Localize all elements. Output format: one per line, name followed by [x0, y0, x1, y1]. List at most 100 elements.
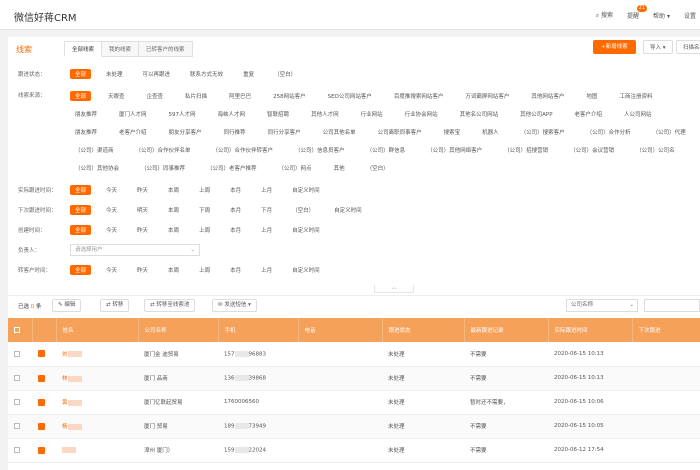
filter-option[interactable]: 今天 — [101, 265, 122, 275]
search-input[interactable] — [644, 299, 700, 312]
transfer-button[interactable]: ⇄ 转移 — [100, 299, 130, 312]
source-option[interactable]: 其他网站客户 — [526, 91, 569, 101]
source-option[interactable]: SEO公司网站客户 — [323, 91, 377, 101]
filter-option[interactable]: 本月 — [225, 225, 246, 235]
edit-button[interactable]: ✎ 编辑 — [52, 299, 82, 312]
filter-option[interactable]: 全部 — [70, 205, 92, 215]
column-header[interactable]: 下次跟进 — [632, 318, 700, 342]
table-row[interactable]: 林厦门 品商 136 39868 未处理 不需要 2020-06-15 10:13 — [8, 366, 700, 391]
filter-option[interactable]: 自定义时间 — [287, 225, 325, 235]
column-header[interactable]: 最新跟进记录 — [464, 318, 549, 342]
source-option[interactable]: （公司）其他协会 — [70, 163, 124, 173]
filter-option[interactable]: 本周 — [163, 185, 184, 195]
cell-name[interactable] — [56, 438, 138, 463]
source-option[interactable]: 258网站客户 — [268, 91, 311, 101]
row-action[interactable] — [32, 438, 56, 463]
source-option[interactable]: 全部 — [70, 91, 92, 101]
filter-option[interactable]: 可以再跟进 — [138, 69, 176, 79]
send-sms-button[interactable]: ✉ 发送短信 ▾ — [212, 299, 257, 312]
row-action[interactable] — [32, 366, 56, 391]
source-option[interactable]: （空白） — [362, 163, 394, 173]
help-menu[interactable]: 帮助 ▾ — [653, 11, 670, 20]
search-scope-select[interactable]: 公司名称 ⌄ — [566, 299, 638, 312]
table-row[interactable]: 刘厦门金 迪贸易 157 96883 未处理 不需要 2020-06-15 10:13 — [8, 342, 700, 367]
source-option[interactable]: 老客户介绍 — [114, 127, 152, 137]
column-header[interactable]: 姓名 — [56, 318, 139, 342]
cell-name[interactable]: 刘 — [56, 342, 138, 367]
source-option[interactable]: （公司）会议营销 — [565, 145, 619, 155]
filter-option[interactable]: 本周 — [163, 265, 184, 275]
source-option[interactable]: 私片扫描 — [180, 91, 212, 101]
column-header[interactable]: 实际跟进时间 — [548, 318, 633, 342]
source-option[interactable]: （公司）合作伙伴转客户 — [208, 145, 279, 155]
source-option[interactable]: 其他 — [329, 163, 350, 173]
source-option[interactable]: 搜索宝 — [439, 127, 466, 137]
select-all-checkbox[interactable] — [8, 318, 33, 342]
source-option[interactable]: 企查查 — [142, 91, 169, 101]
filter-option[interactable]: 昨天 — [132, 225, 153, 235]
source-option[interactable]: （公司）渠道商 — [70, 145, 119, 155]
reminder-link[interactable]: 提醒 21 — [627, 4, 648, 20]
tab-my-leads[interactable]: 我的线索 — [102, 41, 140, 57]
filter-option[interactable]: 下月 — [256, 205, 277, 215]
collapse-filters-button[interactable]: ︿ — [374, 285, 414, 293]
filter-option[interactable]: 联系方式无效 — [185, 69, 228, 79]
cell-name[interactable]: 黄 — [56, 390, 138, 415]
filter-option[interactable]: 本月 — [225, 205, 246, 215]
source-option[interactable]: 人公司网站 — [619, 109, 657, 119]
owner-select[interactable]: 请选择用户 ⌄ — [70, 244, 200, 256]
source-option[interactable]: 厦门人才网 — [114, 109, 152, 119]
filter-option[interactable]: 全部 — [70, 225, 92, 235]
source-option[interactable]: 其他名公司网站 — [455, 109, 504, 119]
source-option[interactable]: 同行分享客户 — [263, 127, 306, 137]
source-option[interactable]: （公司）公司名 — [631, 145, 680, 155]
source-option[interactable]: （公司）代理 — [648, 127, 691, 137]
settings-link[interactable]: 设置 — [684, 11, 696, 20]
source-option[interactable]: （公司）老客户推荐 — [202, 163, 262, 173]
column-header[interactable]: 公司名称 — [138, 318, 219, 342]
source-option[interactable]: （公司）群信息 — [362, 145, 411, 155]
source-option[interactable]: （公司）合作伙伴名单 — [131, 145, 196, 155]
filter-option[interactable]: 昨天 — [132, 185, 153, 195]
source-option[interactable]: （公司）其他网络客户 — [422, 145, 487, 155]
filter-option[interactable]: 未处理 — [101, 69, 128, 79]
source-option[interactable]: 万词霸屏网站客户 — [460, 91, 514, 101]
filter-option[interactable]: （空白） — [269, 69, 301, 79]
source-option[interactable]: 其他人才网 — [306, 109, 344, 119]
row-checkbox[interactable] — [8, 390, 32, 415]
tab-all-leads[interactable]: 全部线索 — [64, 41, 103, 57]
move-to-pool-button[interactable]: ⇄ 转移至线索池 — [144, 299, 196, 312]
column-header[interactable]: 电话 — [298, 318, 383, 342]
source-option[interactable]: 工商注册资料 — [614, 91, 657, 101]
filter-option[interactable]: 明天 — [132, 205, 153, 215]
row-checkbox[interactable] — [8, 342, 32, 367]
source-option[interactable]: （公司）搜索客户 — [516, 127, 570, 137]
filter-option[interactable]: 昨天 — [132, 265, 153, 275]
filter-option[interactable]: 本周 — [163, 205, 184, 215]
row-action[interactable] — [32, 390, 56, 415]
filter-option[interactable]: 上周 — [194, 225, 215, 235]
row-checkbox[interactable] — [8, 414, 32, 439]
filter-option[interactable]: 本周 — [163, 225, 184, 235]
source-option[interactable]: 行业网站 — [356, 109, 388, 119]
import-button[interactable]: 导入 ▾ — [643, 40, 673, 54]
filter-option[interactable]: 自定义时间 — [329, 205, 367, 215]
source-option[interactable]: 597人才网 — [164, 109, 201, 119]
source-option[interactable]: 同行推荐 — [219, 127, 251, 137]
filter-option[interactable]: 本月 — [225, 185, 246, 195]
filter-option[interactable]: 上周 — [194, 265, 215, 275]
new-lead-button[interactable]: +新增线索 — [593, 40, 636, 54]
row-action[interactable] — [32, 414, 56, 439]
table-row[interactable]: 漳州 厦门） 159 22024 未处理 不需要 2020-06-12 17:54 — [8, 438, 700, 463]
source-option[interactable]: （公司）同事推荐 — [136, 163, 190, 173]
cell-name[interactable]: 林 — [56, 366, 138, 391]
source-option[interactable]: （公司）招搜营销 — [499, 145, 553, 155]
filter-option[interactable]: 自定义时间 — [287, 185, 325, 195]
filter-option[interactable]: （空白） — [287, 205, 319, 215]
source-option[interactable]: 行业协会网站 — [400, 109, 443, 119]
source-option[interactable]: （公司）网点 — [274, 163, 317, 173]
source-option[interactable]: 朋友推荐 — [70, 109, 102, 119]
source-option[interactable]: 其他公司APP — [515, 109, 557, 119]
filter-option[interactable]: 今天 — [101, 185, 122, 195]
filter-option[interactable]: 全部 — [70, 265, 92, 275]
